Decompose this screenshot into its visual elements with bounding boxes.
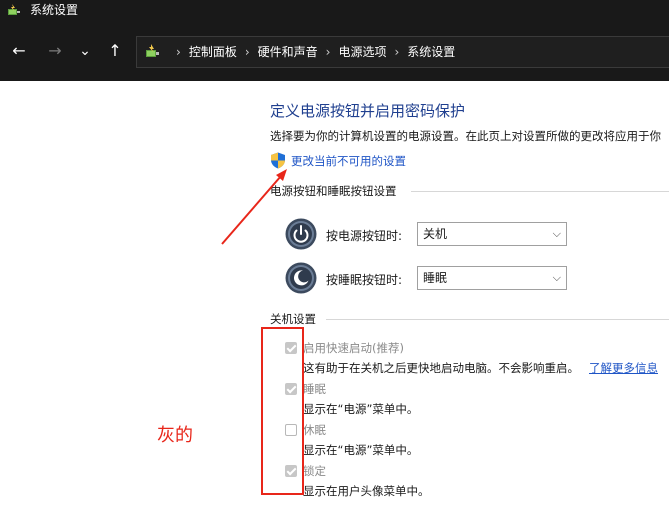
address-bar[interactable]: › 控制面板 › 硬件和声音 › 电源选项 › 系统设置 xyxy=(136,36,669,68)
chevron-right-icon: › xyxy=(244,45,250,59)
power-options-icon xyxy=(8,4,20,15)
chevron-right-icon: › xyxy=(325,45,331,59)
control-panel-icon xyxy=(146,44,159,57)
main-content: 定义电源按钮并启用密码保护 选择要为你的计算机设置的电源设置。在此页上对设置所做… xyxy=(0,81,669,505)
back-button[interactable]: ← xyxy=(9,41,29,61)
navigation-bar: ← → ⌄ ↑ › 控制面板 › 硬件和声音 › 电源选项 › 系统设置 xyxy=(0,24,669,81)
breadcrumb-power-options[interactable]: 电源选项 xyxy=(338,44,386,60)
breadcrumb-control-panel[interactable]: 控制面板 xyxy=(189,44,237,60)
forward-button[interactable]: → xyxy=(45,41,65,61)
chevron-right-icon: › xyxy=(176,45,181,59)
breadcrumb-hardware-sound[interactable]: 硬件和声音 xyxy=(258,44,318,60)
window-title: 系统设置 xyxy=(30,3,79,17)
annotation-arrow xyxy=(221,169,287,245)
chevron-right-icon: › xyxy=(394,45,400,59)
breadcrumb: › 控制面板 › 硬件和声音 › 电源选项 › 系统设置 xyxy=(168,44,455,60)
title-bar: 系统设置 xyxy=(0,0,669,24)
recent-locations-button[interactable]: ⌄ xyxy=(75,41,95,61)
up-button[interactable]: ↑ xyxy=(105,41,125,61)
breadcrumb-system-settings[interactable]: 系统设置 xyxy=(407,44,455,60)
